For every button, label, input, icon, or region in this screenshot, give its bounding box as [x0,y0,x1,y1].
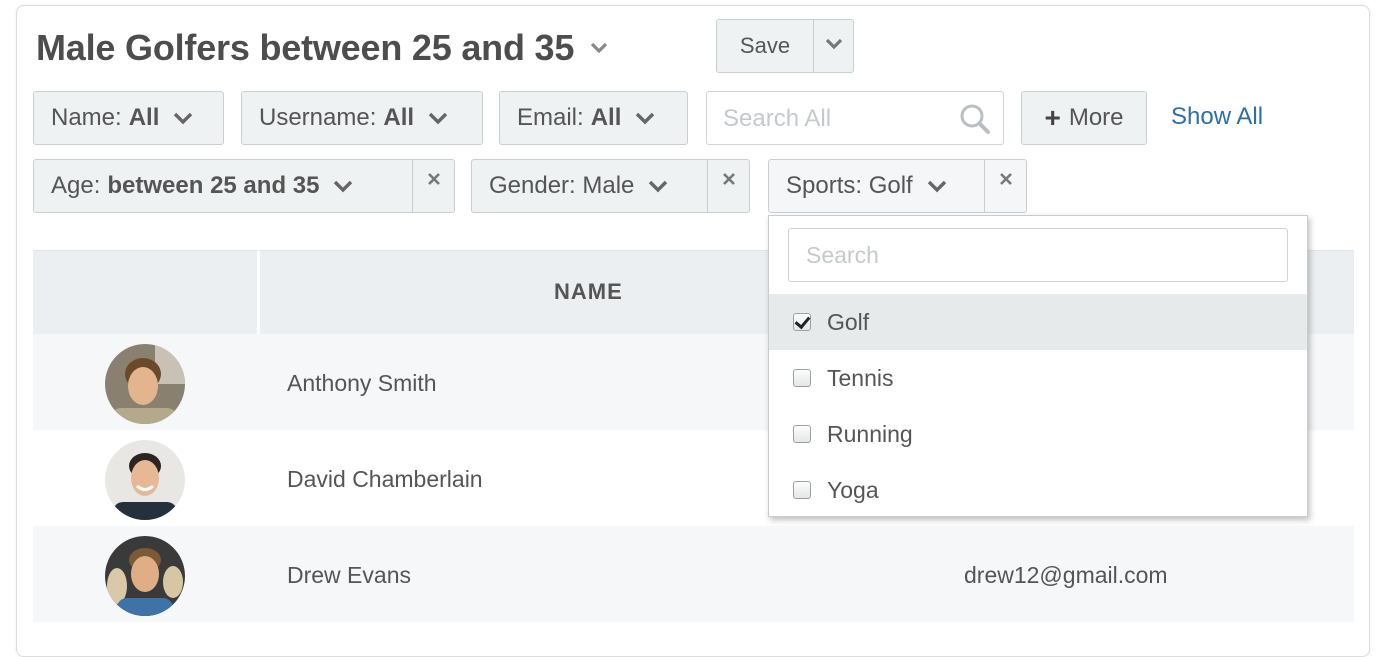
save-button[interactable]: Save [717,20,814,72]
chevron-down-icon [825,37,843,55]
user-name: David Chamberlain [287,466,483,492]
name-filter-value: All [128,104,160,131]
search-all-field[interactable] [706,91,1004,145]
username-filter-label: Username: [259,104,377,131]
avatar [105,440,185,520]
option-label: Yoga [827,476,879,503]
user-name: Drew Evans [287,562,411,588]
dropdown-option-yoga[interactable]: Yoga [769,462,1307,518]
dropdown-search-input[interactable] [804,241,1268,270]
save-button-group: Save [716,19,854,73]
chevron-down-icon[interactable] [590,41,608,59]
show-all-link[interactable]: Show All [1171,103,1263,131]
chevron-down-icon [333,180,353,193]
username-filter[interactable]: Username: All [241,91,483,145]
page-title: Male Golfers between 25 and 35 [36,27,575,68]
sports-filter-label: Sports: Golf [786,172,913,199]
dropdown-option-tennis[interactable]: Tennis [769,350,1307,406]
email-filter-label: Email: [517,104,584,131]
age-filter[interactable]: Age: between 25 and 35 [33,159,455,213]
save-options-button[interactable] [814,20,853,72]
avatar [105,344,185,424]
chevron-down-icon [428,112,448,125]
dropdown-search-field[interactable] [788,228,1288,282]
option-label: Tennis [827,364,894,391]
checkbox[interactable] [793,369,811,387]
more-filters-button[interactable]: + More [1021,91,1147,145]
remove-gender-filter-button[interactable] [707,160,749,212]
table-row[interactable]: Drew Evans drew12@gmail.com [33,526,1354,622]
search-all-input[interactable] [721,104,955,134]
chevron-down-icon [927,180,947,193]
title-row: Male Golfers between 25 and 35 [36,26,608,70]
email-filter[interactable]: Email: All [499,91,688,145]
close-icon [427,173,440,185]
close-icon [722,173,735,185]
user-email: drew12@gmail.com [964,562,1168,588]
avatar-column-header [33,251,260,334]
username-filter-value: All [383,104,415,131]
chevron-down-icon [648,180,668,193]
name-filter[interactable]: Name: All [33,91,224,145]
more-label: More [1068,104,1124,131]
dropdown-option-golf[interactable]: Golf [769,294,1307,350]
age-filter-label: Age: [51,172,101,199]
chevron-down-icon [635,112,655,125]
gender-filter-label: Gender: Male [489,172,635,199]
option-label: Running [827,420,913,447]
chevron-down-icon [173,112,193,125]
name-filter-label: Name: [51,104,122,131]
option-label: Golf [827,308,870,335]
close-icon [999,173,1012,185]
user-name: Anthony Smith [287,370,437,396]
remove-sports-filter-button[interactable] [984,160,1026,212]
email-filter-value: All [590,104,622,131]
plus-icon: + [1044,102,1061,133]
sports-filter[interactable]: Sports: Golf [768,159,1027,213]
checkbox-checked[interactable] [793,313,811,331]
age-filter-value: between 25 and 35 [107,172,320,199]
sports-dropdown: Golf Tennis Running Yoga [768,215,1308,517]
checkbox[interactable] [793,425,811,443]
avatar [105,536,185,616]
name-column-header[interactable]: NAME [554,279,623,305]
gender-filter[interactable]: Gender: Male [471,159,750,213]
search-icon[interactable] [959,103,991,140]
checkbox[interactable] [793,481,811,499]
dropdown-option-running[interactable]: Running [769,406,1307,462]
remove-age-filter-button[interactable] [412,160,454,212]
